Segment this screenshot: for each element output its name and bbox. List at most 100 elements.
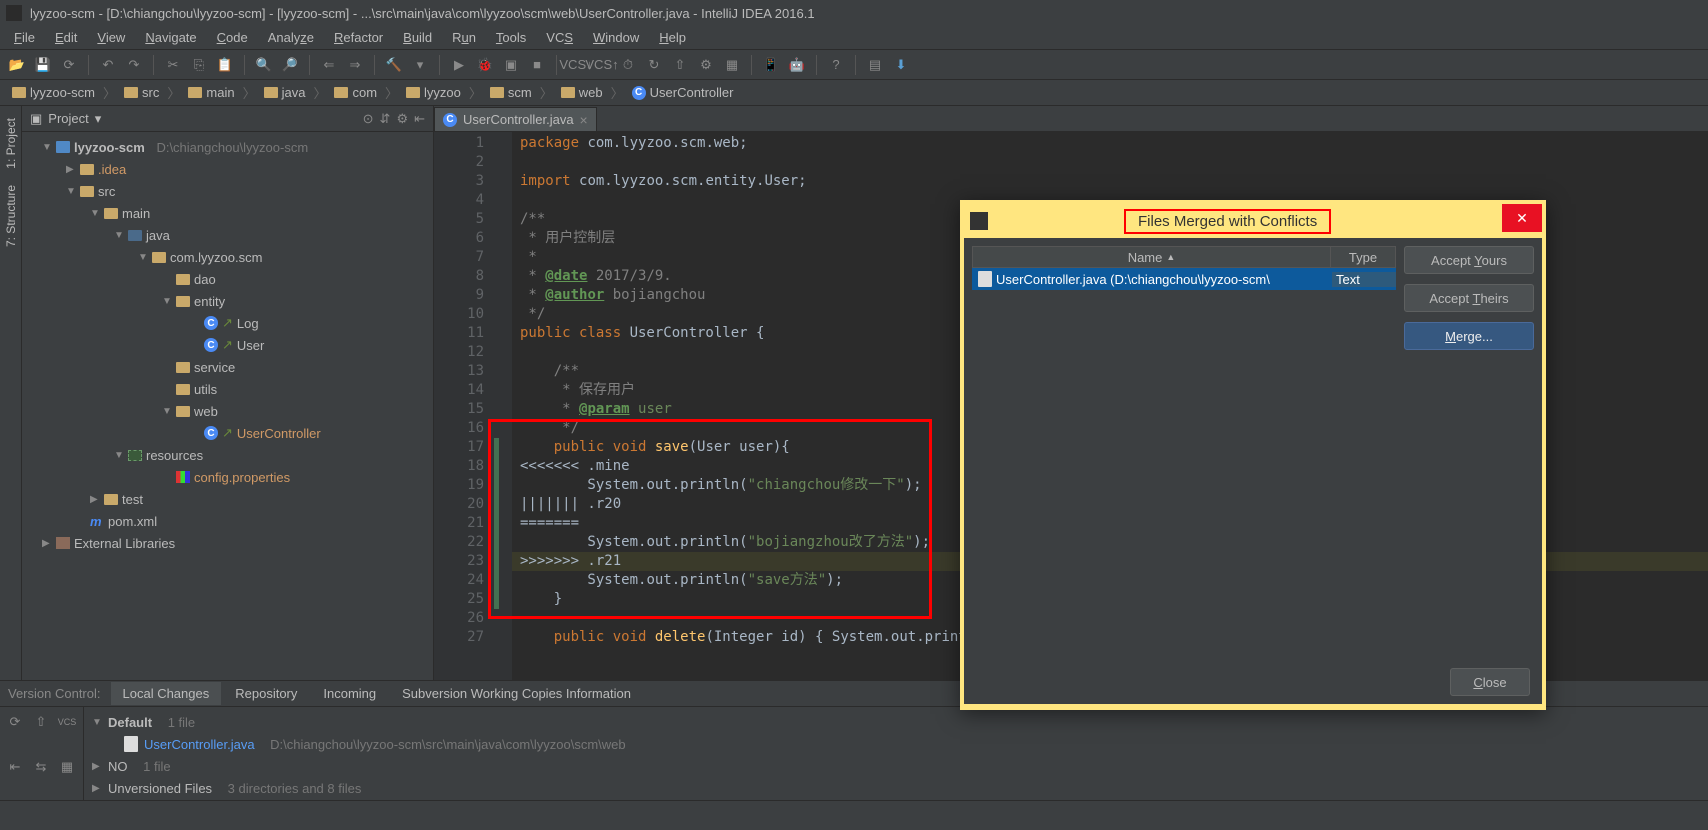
save-icon[interactable]: 💾 (32, 54, 54, 76)
tree-test[interactable]: ▶test (22, 488, 433, 510)
project-tree[interactable]: ▼lyyzoo-scm D:\chiangchou\lyyzoo-scm ▶.i… (22, 132, 433, 558)
tree-utils[interactable]: utils (22, 378, 433, 400)
settings-icon[interactable]: ⚙ (695, 54, 717, 76)
back-icon[interactable]: ⇐ (318, 54, 340, 76)
sidebar-tab-project[interactable]: 1: Project (2, 110, 20, 177)
stop-icon[interactable]: ■ (526, 54, 548, 76)
menu-vcs[interactable]: VCS (538, 28, 581, 47)
tree-src[interactable]: ▼src (22, 180, 433, 202)
close-button[interactable]: Close (1450, 668, 1530, 696)
vcs-commit-icon[interactable]: VCS↑ (591, 54, 613, 76)
bc-web[interactable]: web (555, 83, 609, 102)
bc-src[interactable]: src (118, 83, 165, 102)
tab-svn-info[interactable]: Subversion Working Copies Information (390, 682, 643, 705)
conflict-row[interactable]: UserController.java (D:\chiangchou\lyyzo… (972, 268, 1396, 290)
bc-com[interactable]: com (328, 83, 383, 102)
redo-icon[interactable]: ↷ (123, 54, 145, 76)
build-icon[interactable]: 🔨 (383, 54, 405, 76)
menu-file[interactable]: File (6, 28, 43, 47)
gear-icon[interactable]: ⚙ (396, 111, 408, 127)
vcs-sub-icon[interactable]: VCS (56, 711, 78, 733)
bc-root[interactable]: lyyzoo-scm (6, 83, 101, 102)
dropdown-icon[interactable]: ▾ (95, 111, 102, 127)
menu-code[interactable]: Code (209, 28, 256, 47)
col-name[interactable]: Name▲ (973, 247, 1331, 267)
tree-idea[interactable]: ▶.idea (22, 158, 433, 180)
menu-refactor[interactable]: Refactor (326, 28, 391, 47)
tree-ext[interactable]: ▶External Libraries (22, 532, 433, 554)
dialog-close-button[interactable]: ✕ (1502, 204, 1542, 232)
open-icon[interactable]: 📂 (6, 54, 28, 76)
tree-root[interactable]: ▼lyyzoo-scm D:\chiangchou\lyyzoo-scm (22, 136, 433, 158)
tree-config[interactable]: config.properties (22, 466, 433, 488)
bc-class[interactable]: CUserController (626, 83, 740, 102)
diff-icon[interactable]: ⇆ (30, 756, 52, 778)
menu-navigate[interactable]: Navigate (137, 28, 204, 47)
sidebar-tab-structure[interactable]: 7: Structure (2, 177, 20, 255)
merge-button[interactable]: Merge... (1404, 322, 1534, 350)
run-icon[interactable]: ▶ (448, 54, 470, 76)
rollback-icon[interactable]: ⇤ (4, 756, 26, 778)
editor-tab-usercontroller[interactable]: C UserController.java × (434, 107, 597, 131)
menu-help[interactable]: Help (651, 28, 694, 47)
tree-user[interactable]: C↗User (22, 334, 433, 356)
hide-icon[interactable]: ⇤ (414, 111, 425, 127)
commit-icon[interactable]: ⇧ (30, 711, 52, 733)
tree-log[interactable]: C↗Log (22, 312, 433, 334)
refresh-icon[interactable]: ⟳ (58, 54, 80, 76)
menu-window[interactable]: Window (585, 28, 647, 47)
tree-web[interactable]: ▼web (22, 400, 433, 422)
tab-repository[interactable]: Repository (223, 682, 309, 705)
bc-main[interactable]: main (182, 83, 240, 102)
tool1-icon[interactable]: ▤ (864, 54, 886, 76)
vcs-update-icon[interactable]: VCS↓ (565, 54, 587, 76)
tree-resources[interactable]: ▼resources (22, 444, 433, 466)
coverage-icon[interactable]: ▣ (500, 54, 522, 76)
tree-entity[interactable]: ▼entity (22, 290, 433, 312)
paste-icon[interactable]: 📋 (214, 54, 236, 76)
tree-usercontroller[interactable]: C↗UserController (22, 422, 433, 444)
tool2-icon[interactable]: ⬇ (890, 54, 912, 76)
refresh-icon[interactable]: ⟳ (4, 711, 26, 733)
menu-view[interactable]: View (89, 28, 133, 47)
debug-icon[interactable]: 🐞 (474, 54, 496, 76)
close-icon[interactable]: × (580, 112, 588, 128)
scroll-icon[interactable]: ⇵ (380, 111, 391, 127)
vcs-history-icon[interactable]: ⏱ (617, 54, 639, 76)
run-config-icon[interactable]: ▾ (409, 54, 431, 76)
vcs-revert-icon[interactable]: ↻ (643, 54, 665, 76)
structure-icon[interactable]: ▦ (721, 54, 743, 76)
tree-java[interactable]: ▼java (22, 224, 433, 246)
replace-icon[interactable]: 🔎 (279, 54, 301, 76)
tab-local-changes[interactable]: Local Changes (111, 682, 222, 705)
col-type[interactable]: Type (1331, 247, 1395, 267)
accept-theirs-button[interactable]: Accept Theirs (1404, 284, 1534, 312)
dialog-titlebar[interactable]: Files Merged with Conflicts ✕ (964, 204, 1542, 238)
bc-lyyzoo[interactable]: lyyzoo (400, 83, 467, 102)
tab-incoming[interactable]: Incoming (311, 682, 388, 705)
menu-tools[interactable]: Tools (488, 28, 534, 47)
collapse-icon[interactable]: ⊙ (363, 111, 374, 127)
copy-icon[interactable]: ⎘ (188, 54, 210, 76)
vcs-changes-tree[interactable]: ▼Default 1 file UserController.java D:\c… (84, 707, 1708, 800)
menu-build[interactable]: Build (395, 28, 440, 47)
changelist-icon[interactable]: ▦ (56, 756, 78, 778)
unversioned-files[interactable]: ▶Unversioned Files 3 directories and 8 f… (88, 777, 1704, 799)
cut-icon[interactable]: ✂ (162, 54, 184, 76)
sdk-icon[interactable]: 📱 (760, 54, 782, 76)
forward-icon[interactable]: ⇒ (344, 54, 366, 76)
undo-icon[interactable]: ↶ (97, 54, 119, 76)
menu-run[interactable]: Run (444, 28, 484, 47)
avd-icon[interactable]: 🤖 (786, 54, 808, 76)
tree-dao[interactable]: dao (22, 268, 433, 290)
changed-file[interactable]: UserController.java D:\chiangchou\lyyzoo… (88, 733, 1704, 755)
tree-main[interactable]: ▼main (22, 202, 433, 224)
tree-pom[interactable]: mpom.xml (22, 510, 433, 532)
bc-scm[interactable]: scm (484, 83, 538, 102)
bc-java[interactable]: java (258, 83, 312, 102)
menu-edit[interactable]: Edit (47, 28, 85, 47)
vcs-push-icon[interactable]: ⇧ (669, 54, 691, 76)
changelist-default[interactable]: ▼Default 1 file (88, 711, 1704, 733)
accept-yours-button[interactable]: Accept Yours (1404, 246, 1534, 274)
tree-service[interactable]: service (22, 356, 433, 378)
